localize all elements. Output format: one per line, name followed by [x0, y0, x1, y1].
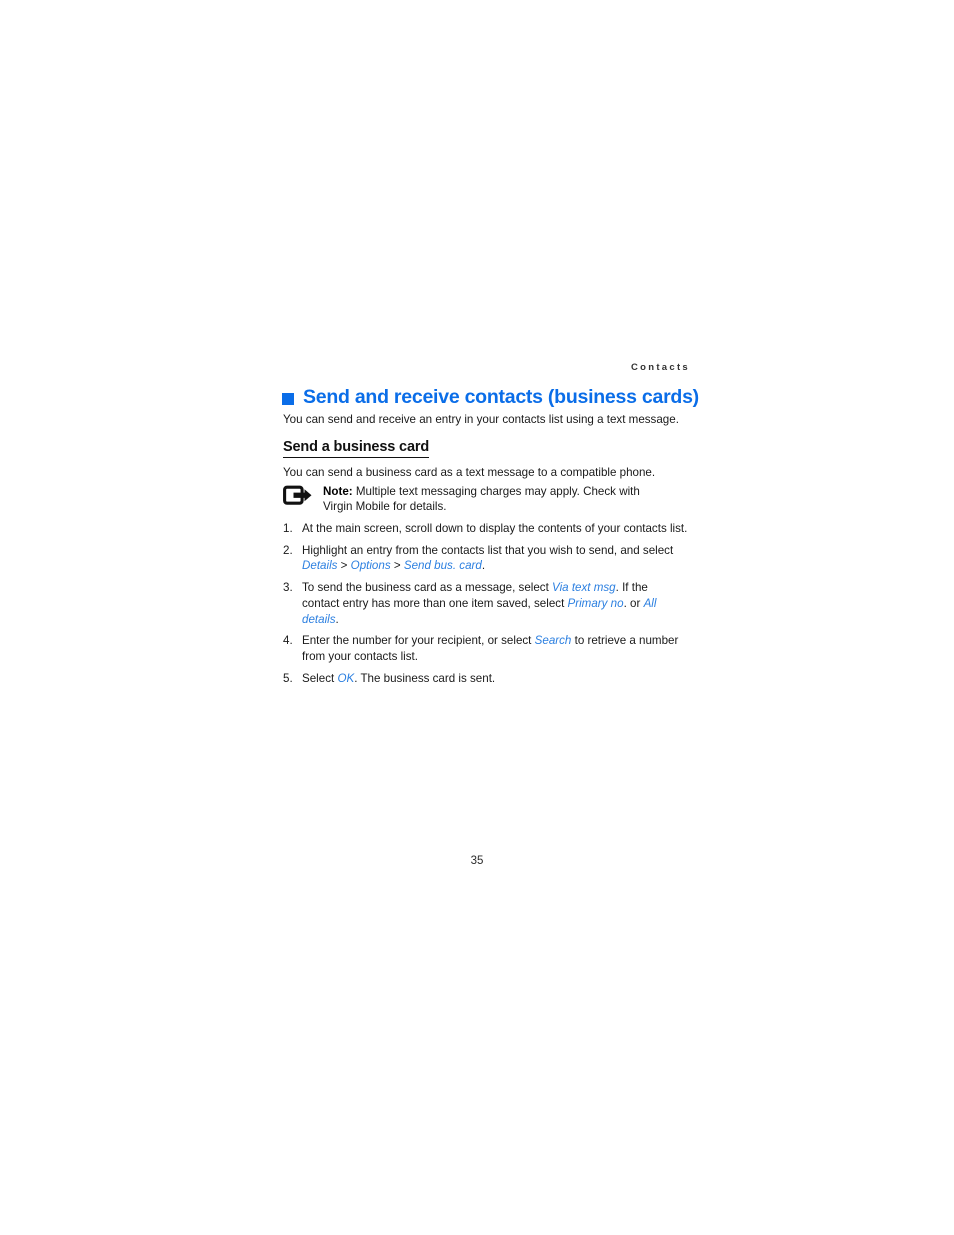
step-number: 3. — [283, 581, 293, 595]
note-label: Note: — [323, 485, 353, 498]
step-text-fragment: At the main screen, scroll down to displ… — [302, 522, 688, 535]
note-arrow-icon — [283, 485, 315, 509]
page-title: Send and receive contacts (business card… — [303, 386, 699, 408]
ui-term: Options — [350, 559, 391, 573]
section-heading: Send a business card — [283, 439, 429, 458]
ui-term: OK — [337, 671, 355, 685]
note-block: Note: Multiple text messaging charges ma… — [283, 484, 683, 514]
step-text: At the main screen, scroll down to displ… — [302, 521, 688, 537]
page-number: 35 — [470, 855, 484, 867]
step-number: 1. — [283, 522, 293, 535]
ui-term: Via text msg — [552, 581, 616, 595]
steps-list: 1. At the main screen, scroll down to dis… — [283, 521, 688, 692]
step-text-fragment: To send the business card as a message, … — [302, 581, 553, 595]
section-intro-paragraph: You can send a business card as a text m… — [283, 466, 656, 479]
step-text-fragment: Highlight an entry from the contacts lis… — [302, 543, 674, 557]
running-head: Contacts — [630, 362, 690, 373]
step-text-fragment: . — [481, 559, 486, 573]
step-number: 5. — [283, 671, 293, 685]
step-text-fragment: . or — [623, 596, 644, 610]
step-text-fragment: . — [335, 612, 339, 626]
list-item: 5. Select OK. The business card is sent. — [283, 671, 688, 687]
step-text-fragment: . The business card is sent. — [354, 671, 496, 685]
step-text-fragment: > — [337, 559, 351, 573]
step-number: 2. — [283, 543, 293, 557]
chapter-intro-paragraph: You can send and receive an entry in you… — [283, 413, 679, 426]
square-bullet-icon — [282, 392, 294, 405]
ui-term: Primary no — [567, 596, 624, 610]
chapter-heading: Send and receive contacts (business card… — [282, 386, 702, 409]
step-text-fragment: > — [390, 559, 404, 573]
list-item: 2. Highlight an entry from the contacts l… — [283, 543, 688, 574]
ui-term: Search — [534, 634, 572, 648]
list-item: 3. To send the business card as a message… — [283, 580, 688, 627]
note-text: Note: Multiple text messaging charges ma… — [315, 484, 663, 514]
step-text: To send the business card as a message, … — [302, 580, 688, 627]
step-text-fragment: Enter the number for your recipient, or … — [302, 634, 535, 648]
step-text: Highlight an entry from the contacts lis… — [302, 543, 688, 574]
ui-term: Send bus. card — [403, 559, 482, 573]
step-number: 4. — [283, 634, 293, 648]
step-text: Enter the number for your recipient, or … — [302, 633, 688, 664]
list-item: 1. At the main screen, scroll down to dis… — [283, 521, 688, 537]
step-text: Select OK. The business card is sent. — [302, 671, 688, 687]
list-item: 4. Enter the number for your recipient, o… — [283, 633, 688, 664]
step-text-fragment: Select — [302, 671, 338, 685]
ui-term: Details — [302, 559, 338, 573]
note-body-text: Multiple text messaging charges may appl… — [323, 485, 640, 513]
